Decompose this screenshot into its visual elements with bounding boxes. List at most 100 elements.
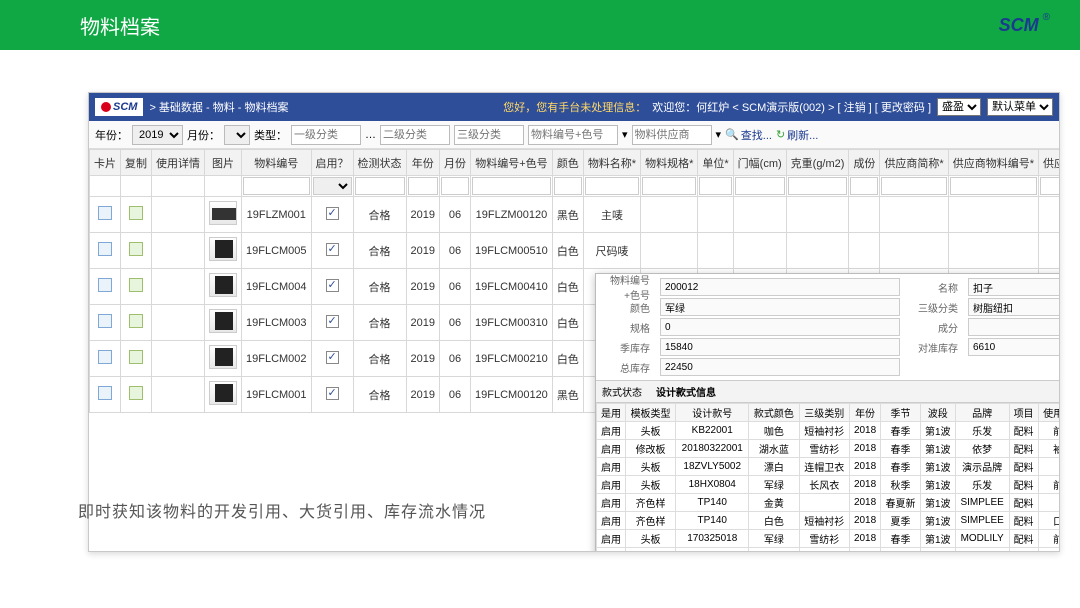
grid-header[interactable]: 年份 — [406, 150, 439, 176]
copy-icon[interactable] — [129, 206, 143, 220]
thumbnail[interactable] — [209, 237, 237, 261]
detail-row[interactable]: 启用头板18HX0804军绿长风衣2018秋季第1波乐发配料前胸8.000 — [597, 476, 1060, 494]
grid-filter[interactable] — [441, 177, 469, 195]
card-icon[interactable] — [98, 278, 112, 292]
enabled-check[interactable] — [326, 243, 339, 256]
detail-row[interactable]: 启用修改板20180322001湖水蓝雪纺衫2018春季第1波依梦配料袖口12.… — [597, 440, 1060, 458]
grid-header[interactable]: 成份 — [849, 150, 880, 176]
table-row[interactable]: 19FLCM005合格20190619FLCM00510白色尺码唛 — [90, 233, 1060, 269]
code-input[interactable] — [528, 125, 618, 145]
info-label: 季库存 — [602, 338, 654, 356]
info-label: 颜色 — [602, 298, 654, 316]
grid-header[interactable]: 物料规格* — [641, 150, 698, 176]
info-value: 22450 — [660, 358, 900, 376]
grid-filter[interactable] — [735, 177, 785, 195]
info-label: 对准库存 — [906, 338, 962, 356]
tab-design-info[interactable]: 设计款式信息 — [648, 381, 724, 402]
grid-header[interactable]: 物料编号 — [242, 150, 312, 176]
thumbnail[interactable] — [209, 201, 237, 225]
enabled-check[interactable] — [326, 387, 339, 400]
detail-row[interactable]: 启用头板170325018军绿雪纺衫2018春季第1波MODLILY配料前中8.… — [597, 530, 1060, 548]
search-link[interactable]: 🔍查找... — [725, 127, 772, 143]
card-icon[interactable] — [98, 350, 112, 364]
grid-header[interactable]: 单位* — [698, 150, 733, 176]
grid-filter[interactable] — [313, 177, 352, 195]
grid-filter[interactable] — [355, 177, 405, 195]
detail-header: 是用 — [597, 404, 626, 422]
copy-icon[interactable] — [129, 242, 143, 256]
grid-header[interactable]: 使用详情 — [152, 150, 205, 176]
grid-filter[interactable] — [788, 177, 848, 195]
slide-banner: 物料档案 SCM ® — [0, 0, 1080, 50]
app-window: SCM > 基础数据 - 物料 - 物料档案 您好，您有手台未处理信息： 欢迎您… — [88, 92, 1060, 552]
grid-filter[interactable] — [642, 177, 696, 195]
grid-filter[interactable] — [554, 177, 582, 195]
grid-header[interactable]: 物料名称* — [583, 150, 640, 176]
detail-row[interactable]: 启用头板001塔色长袖衬衫2018春季第6波安溪配料袖口6.000 — [597, 548, 1060, 552]
copy-icon[interactable] — [129, 314, 143, 328]
thumbnail[interactable] — [209, 381, 237, 405]
enabled-check[interactable] — [326, 279, 339, 292]
grid-filter[interactable] — [850, 177, 878, 195]
info-label: 物料编号+色号 — [602, 278, 654, 296]
card-icon[interactable] — [98, 242, 112, 256]
grid-header[interactable]: 供应商物料编号* — [948, 150, 1038, 176]
company-select[interactable]: 盛盈 — [937, 98, 981, 116]
grid-header[interactable]: 启用？ — [311, 150, 353, 176]
year-select[interactable]: 2019 — [132, 125, 183, 145]
card-icon[interactable] — [98, 386, 112, 400]
grid-filter[interactable] — [243, 177, 310, 195]
table-row[interactable]: 19FLZM001合格20190619FLZM00120黑色主唛 — [90, 197, 1060, 233]
detail-row[interactable]: 启用头板18ZVLY5002漂白连帽卫衣2018春季第1波演示品牌配料2.000 — [597, 458, 1060, 476]
grid-header[interactable]: 克重(g/m2) — [786, 150, 849, 176]
detail-header: 款式颜色 — [749, 404, 799, 422]
grid-filter[interactable] — [585, 177, 639, 195]
card-icon[interactable] — [98, 314, 112, 328]
detail-row[interactable]: 启用头板KB22001咖色短袖衬衫2018春季第1波乐发配料前中10.000 — [597, 422, 1060, 440]
month-label: 月份： — [187, 127, 220, 143]
grid-filter[interactable] — [472, 177, 551, 195]
grid-header[interactable]: 门幅(cm) — [733, 150, 786, 176]
info-label: 规格 — [602, 318, 654, 336]
menu-select[interactable]: 默认菜单 — [987, 98, 1053, 116]
enabled-check[interactable] — [326, 315, 339, 328]
thumbnail[interactable] — [209, 345, 237, 369]
enabled-check[interactable] — [326, 351, 339, 364]
year-label: 年份： — [95, 127, 128, 143]
grid-header[interactable]: 月份 — [440, 150, 471, 176]
detail-header: 年份 — [849, 404, 880, 422]
thumbnail[interactable] — [209, 273, 237, 297]
info-label: 总库存 — [602, 358, 654, 376]
grid-header[interactable]: 卡片 — [90, 150, 121, 176]
info-value: 树脂纽扣 — [968, 298, 1059, 316]
cat3-input[interactable] — [454, 125, 524, 145]
grid-filter[interactable] — [408, 177, 438, 195]
grid-header[interactable]: 检测状态 — [353, 150, 406, 176]
grid-filter[interactable] — [950, 177, 1037, 195]
supplier-input[interactable] — [632, 125, 712, 145]
grid-header[interactable]: 图片 — [205, 150, 242, 176]
detail-row[interactable]: 启用齐色样TP140金黄2018春夏新第1波SIMPLEE配料8.000 — [597, 494, 1060, 512]
detail-header: 使用部位 — [1038, 404, 1059, 422]
cat2-input[interactable] — [380, 125, 450, 145]
detail-header: 项目 — [1009, 404, 1038, 422]
grid-header[interactable]: 复制 — [121, 150, 152, 176]
enabled-check[interactable] — [326, 207, 339, 220]
grid-header[interactable]: 物料编号+色号 — [471, 150, 553, 176]
copy-icon[interactable] — [129, 386, 143, 400]
month-select[interactable] — [224, 125, 250, 145]
thumbnail[interactable] — [209, 309, 237, 333]
grid-header[interactable]: 颜色 — [552, 150, 583, 176]
grid-filter[interactable] — [881, 177, 946, 195]
detail-row[interactable]: 启用齐色样TP140白色短袖衬衫2018夏季第1波SIMPLEE配料口袋0.00… — [597, 512, 1060, 530]
refresh-link[interactable]: ↻刷新... — [776, 127, 818, 143]
card-icon[interactable] — [98, 206, 112, 220]
grid-filter[interactable] — [1040, 177, 1059, 195]
info-label: 三级分类 — [906, 298, 962, 316]
grid-filter[interactable] — [699, 177, 731, 195]
grid-header[interactable]: 供应商简称* — [880, 150, 948, 176]
cat1-input[interactable] — [291, 125, 361, 145]
copy-icon[interactable] — [129, 278, 143, 292]
grid-header[interactable]: 供应商规格号 — [1039, 150, 1060, 176]
copy-icon[interactable] — [129, 350, 143, 364]
